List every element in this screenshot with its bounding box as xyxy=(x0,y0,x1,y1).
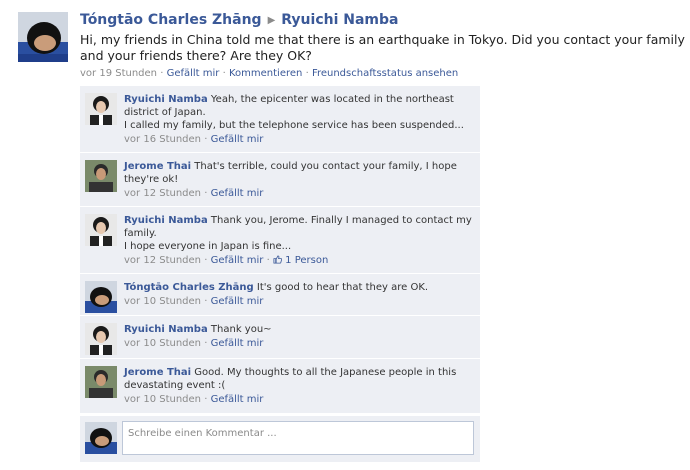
comment-input[interactable] xyxy=(122,421,474,455)
comment-item: Ryuichi Namba Thank you~ vor 10 Stunden … xyxy=(80,316,480,359)
post-header: Tóngtāo Charles Zhāng ▶ Ryuichi Namba xyxy=(80,12,398,28)
commenter-avatar[interactable] xyxy=(85,323,117,355)
comment-timestamp[interactable]: vor 12 Stunden xyxy=(124,255,201,266)
separator: · xyxy=(204,255,208,266)
comment-timestamp[interactable]: vor 16 Stunden xyxy=(124,134,201,145)
separator: · xyxy=(204,188,208,199)
post-recipient-link[interactable]: Ryuichi Namba xyxy=(281,12,398,28)
comment-item: Jerome Thai That's terrible, could you c… xyxy=(80,153,480,207)
separator: · xyxy=(266,255,270,266)
comment-body: Ryuichi Namba Thank you, Jerome. Finally… xyxy=(124,214,474,267)
post-author-avatar[interactable] xyxy=(18,12,68,62)
comment-body: Jerome Thai Good. My thoughts to all the… xyxy=(124,366,474,406)
comment-meta: vor 12 Stunden · Gefällt mir xyxy=(124,187,474,200)
recipient-arrow-icon: ▶ xyxy=(267,15,276,26)
post-like-link[interactable]: Gefällt mir xyxy=(167,68,220,79)
likes-count-link[interactable]: 1 Person xyxy=(285,255,328,266)
comment-author-link[interactable]: Tóngtāo Charles Zhāng xyxy=(124,282,254,293)
post-comment-link[interactable]: Kommentieren xyxy=(229,68,302,79)
comment-author-link[interactable]: Ryuichi Namba xyxy=(124,324,208,335)
post-timestamp[interactable]: vor 19 Stunden xyxy=(80,68,157,79)
comment-timestamp[interactable]: vor 12 Stunden xyxy=(124,188,201,199)
comment-timestamp[interactable]: vor 10 Stunden xyxy=(124,394,201,405)
current-user-avatar xyxy=(85,422,117,454)
comment-meta: vor 10 Stunden · Gefällt mir xyxy=(124,393,474,406)
comment-text: Thank you~ xyxy=(210,324,272,335)
separator: · xyxy=(204,134,208,145)
separator: · xyxy=(204,296,208,307)
friendship-status-link[interactable]: Freundschaftsstatus ansehen xyxy=(312,68,458,79)
post-meta: vor 19 Stunden · Gefällt mir · Kommentie… xyxy=(80,68,458,79)
comment-like-link[interactable]: Gefällt mir xyxy=(211,134,264,145)
separator: · xyxy=(160,68,164,79)
comment-timestamp[interactable]: vor 10 Stunden xyxy=(124,338,201,349)
comment-item: Tóngtāo Charles Zhāng It's good to hear … xyxy=(80,274,480,316)
comment-body: Ryuichi Namba Yeah, the epicenter was lo… xyxy=(124,93,474,146)
comment-author-link[interactable]: Jerome Thai xyxy=(124,161,191,172)
comment-timestamp[interactable]: vor 10 Stunden xyxy=(124,296,201,307)
comment-text-line2: I called my family, but the telephone se… xyxy=(124,120,464,131)
comment-meta: vor 10 Stunden · Gefällt mir xyxy=(124,337,474,350)
comment-like-link[interactable]: Gefällt mir xyxy=(211,255,264,266)
post-text: Hi, my friends in China told me that the… xyxy=(80,32,685,63)
post-author-link[interactable]: Tóngtāo Charles Zhāng xyxy=(80,12,262,28)
comment-like-link[interactable]: Gefällt mir xyxy=(211,394,264,405)
commenter-avatar[interactable] xyxy=(85,93,117,125)
comment-item: Jerome Thai Good. My thoughts to all the… xyxy=(80,359,480,414)
comment-like-link[interactable]: Gefällt mir xyxy=(211,296,264,307)
comment-body: Jerome Thai That's terrible, could you c… xyxy=(124,160,474,200)
comment-author-link[interactable]: Jerome Thai xyxy=(124,367,191,378)
separator: · xyxy=(204,394,208,405)
thumbs-up-icon xyxy=(273,255,283,266)
commenter-avatar[interactable] xyxy=(85,214,117,246)
comment-author-link[interactable]: Ryuichi Namba xyxy=(124,94,208,105)
comment-meta: vor 16 Stunden · Gefällt mir xyxy=(124,133,474,146)
comment-like-link[interactable]: Gefällt mir xyxy=(211,338,264,349)
comment-text: It's good to hear that they are OK. xyxy=(256,282,429,293)
comment-like-link[interactable]: Gefällt mir xyxy=(211,188,264,199)
separator: · xyxy=(222,68,226,79)
comment-composer xyxy=(80,416,480,462)
separator: · xyxy=(204,338,208,349)
comment-item: Ryuichi Namba Thank you, Jerome. Finally… xyxy=(80,207,480,274)
commenter-avatar[interactable] xyxy=(85,281,117,313)
separator: · xyxy=(305,68,309,79)
comment-author-link[interactable]: Ryuichi Namba xyxy=(124,215,208,226)
comment-body: Tóngtāo Charles Zhāng It's good to hear … xyxy=(124,281,474,308)
commenter-avatar[interactable] xyxy=(85,160,117,192)
comment-meta: vor 10 Stunden · Gefällt mir xyxy=(124,295,474,308)
comment-text-line2: I hope everyone in Japan is fine... xyxy=(124,241,292,252)
comment-body: Ryuichi Namba Thank you~ vor 10 Stunden … xyxy=(124,323,474,350)
commenter-avatar[interactable] xyxy=(85,366,117,398)
comment-item: Ryuichi Namba Yeah, the epicenter was lo… xyxy=(80,86,480,153)
comment-meta: vor 12 Stunden · Gefällt mir · 1 Person xyxy=(124,254,474,267)
